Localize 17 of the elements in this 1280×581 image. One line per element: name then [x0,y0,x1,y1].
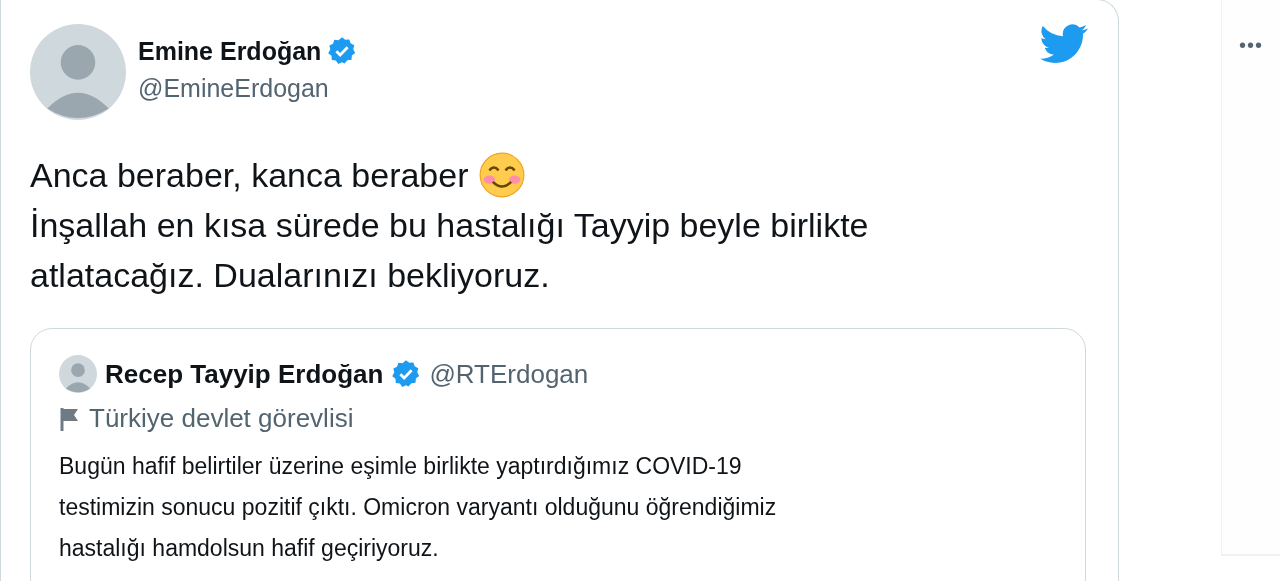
flag-icon [59,405,81,432]
bird-logo-icon[interactable] [1040,24,1089,64]
author-name[interactable]: Emine Erdoğan [138,36,322,66]
verified-badge-icon [327,36,358,66]
quoted-author-name[interactable]: Recep Tayyip Erdoğan [105,358,384,390]
verified-badge-icon [391,359,422,389]
quoted-tweet-text: Bugün hafif belirtiler üzerine eşimle birlikte yaptırdığımız COVID-19 testimizin sonucu pozitif çıktı. Omicron varyantı olduğunu öğrendiğimiz hastalığı hamdolsun hafif geçiriyoruz. [59,452,778,563]
quoted-tweet-card[interactable] [30,328,1086,581]
avatar[interactable] [59,355,97,393]
avatar[interactable] [30,24,126,120]
quoted-author-handle[interactable]: @RTErdogan [429,358,589,390]
smiling-face-icon [478,152,525,198]
tweet-text: Anca beraber, kanca beraber [30,155,469,196]
author-handle[interactable]: @EmineErdogan [138,74,1041,103]
tweet-text: İnşallah en kısa sürede bu hastalığı Tayyip beyle birlikte atlatacağız. Dualarınızı bekliyoruz. [30,205,870,296]
more-menu[interactable]: ••• [1239,34,1264,58]
account-label: Türkiye devlet görevlisi [89,403,354,434]
